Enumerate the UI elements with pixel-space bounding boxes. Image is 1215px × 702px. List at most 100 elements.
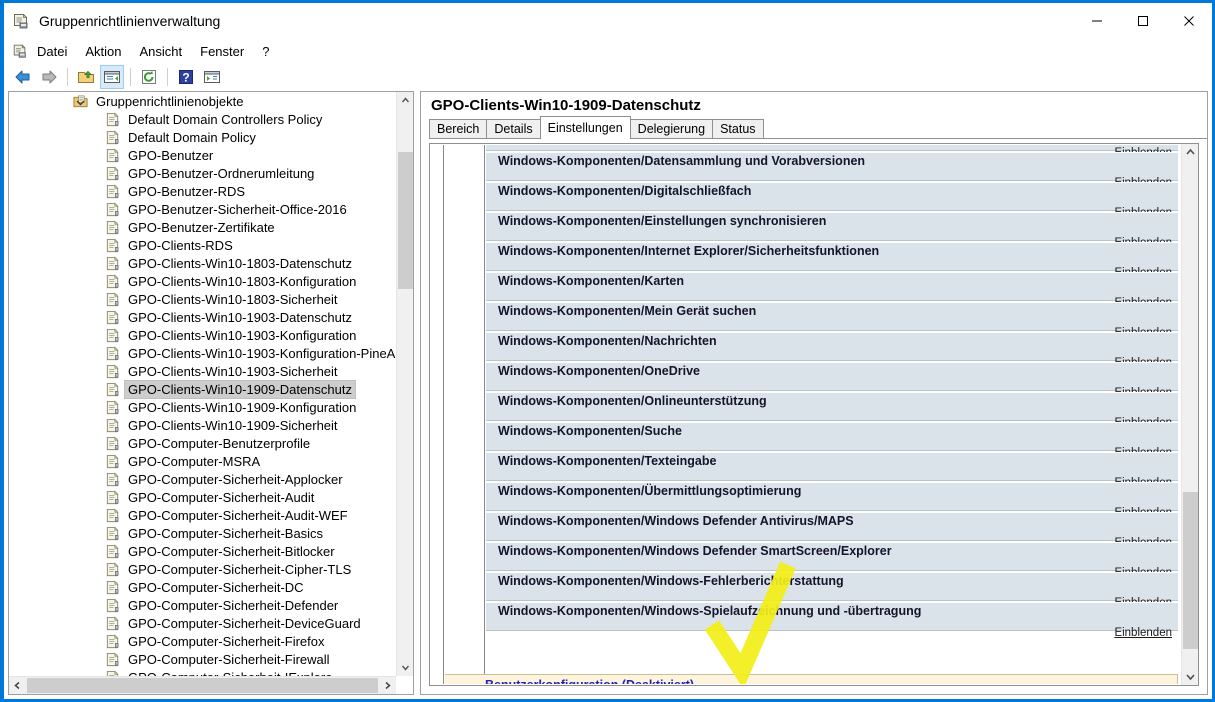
tree-item-label: GPO-Computer-MSRA (128, 453, 261, 469)
tree-item[interactable]: GPO-Clients-Win10-1903-Konfiguration-Pin… (9, 344, 396, 362)
menu-item-ansicht[interactable]: Ansicht (131, 42, 192, 61)
settings-report: EinblendenWindows-Komponenten/Datensamml… (429, 143, 1199, 686)
tree-item[interactable]: GPO-Computer-MSRA (9, 452, 396, 470)
tree-item[interactable]: GPO-Clients-Win10-1903-Konfiguration (9, 326, 396, 344)
setting-row: Windows-Komponenten/Windows-Spielaufzeic… (486, 602, 1178, 639)
menu-item-hilfe[interactable]: ? (253, 42, 278, 61)
tree-item[interactable]: GPO-Clients-Win10-1909-Sicherheit (9, 416, 396, 434)
tree-hscroll-thumb[interactable] (27, 678, 378, 693)
setting-row-title: Windows-Komponenten/Windows Defender Ant… (498, 514, 854, 528)
tree-item[interactable]: GPO-Clients-RDS (9, 236, 396, 254)
tab-delegierung[interactable]: Delegierung (629, 119, 714, 138)
minimize-icon[interactable] (1074, 3, 1120, 39)
gpo-document-icon (105, 292, 120, 307)
refresh-icon[interactable] (137, 65, 161, 89)
gpo-detail-pane: GPO-Clients-Win10-1909-Datenschutz Berei… (420, 91, 1208, 695)
report-vertical-scrollbar[interactable] (1181, 144, 1198, 685)
tree-item-label: GPO-Clients-Win10-1903-Konfiguration (128, 327, 357, 343)
tree-scroll-thumb[interactable] (398, 152, 413, 289)
menu-item-datei[interactable]: Datei (28, 42, 76, 61)
scroll-right-icon[interactable] (379, 677, 396, 694)
scroll-down-icon[interactable] (397, 659, 413, 676)
scroll-down-icon[interactable] (1182, 668, 1198, 685)
export-list-icon[interactable] (200, 65, 224, 89)
tree-item[interactable]: GPO-Benutzer-Sicherheit-Office-2016 (9, 200, 396, 218)
tree-item[interactable]: GPO-Computer-Sicherheit-DeviceGuard (9, 614, 396, 632)
tree-item-label: GPO-Computer-Sicherheit-Basics (128, 525, 324, 541)
tab-bereich[interactable]: Bereich (429, 119, 488, 138)
tree-item[interactable]: GPO-Computer-Sicherheit-Audit (9, 488, 396, 506)
tree-item-label: GPO-Benutzer-Sicherheit-Office-2016 (128, 201, 347, 217)
tree-item-label: GPO-Clients-Win10-1903-Konfiguration-Pin… (128, 345, 396, 361)
setting-row: Windows-Komponenten/Mein Gerät suchenEin… (486, 302, 1178, 339)
tree-item[interactable]: GPO-Benutzer-Zertifikate (9, 218, 396, 236)
setting-row: Windows-Komponenten/Datensammlung und Vo… (486, 152, 1178, 189)
setting-row-expand-link[interactable]: Einblenden (1114, 627, 1172, 639)
report-scroll-thumb[interactable] (1183, 492, 1198, 649)
maximize-icon[interactable] (1120, 3, 1166, 39)
tab-einstellungen[interactable]: Einstellungen (539, 116, 631, 139)
tab-details[interactable]: Details (486, 119, 541, 138)
up-one-level-icon[interactable] (74, 65, 98, 89)
setting-row-title: Windows-Komponenten/Internet Explorer/Si… (498, 244, 880, 258)
setting-row: Windows-Komponenten/Übermittlungsoptimie… (486, 482, 1178, 519)
setting-row: Einblenden (486, 145, 1178, 159)
tree-horizontal-scrollbar[interactable] (9, 676, 396, 694)
gpo-document-icon (105, 166, 120, 181)
gpo-document-icon (105, 274, 120, 289)
tree-item-selected[interactable]: GPO-Clients-Win10-1909-Datenschutz (9, 379, 396, 399)
tree-item[interactable]: GPO-Computer-Sicherheit-Cipher-TLS (9, 560, 396, 578)
setting-row-title: Windows-Komponenten/Texteingabe (498, 454, 717, 468)
tree-item[interactable]: GPO-Computer-Sicherheit-Applocker (9, 470, 396, 488)
tree-item-label: GPO-Computer-Sicherheit-Applocker (128, 471, 343, 487)
tree-item-label: GPO-Benutzer-RDS (128, 183, 246, 199)
setting-row: Windows-Komponenten/Windows Defender Ant… (486, 512, 1178, 549)
tree-item[interactable]: GPO-Computer-Sicherheit-Firewall (9, 650, 396, 668)
tree-item[interactable]: GPO-Computer-Sicherheit-Defender (9, 596, 396, 614)
gpo-document-icon (105, 436, 120, 451)
setting-row-title: Windows-Komponenten/Suche (498, 424, 682, 438)
scroll-left-icon[interactable] (9, 677, 26, 694)
gpo-tree[interactable]: Gruppenrichtlinienobjekte Default Domain… (9, 92, 396, 676)
tree-item-label: GPO-Clients-RDS (128, 237, 233, 253)
tree-root-label: Gruppenrichtlinienobjekte (96, 93, 244, 109)
tree-item[interactable]: Default Domain Controllers Policy (9, 110, 396, 128)
tree-item[interactable]: GPO-Computer-Sicherheit-Basics (9, 524, 396, 542)
tree-item[interactable]: GPO-Clients-Win10-1803-Konfiguration (9, 272, 396, 290)
chevron-down-icon[interactable] (75, 96, 87, 108)
tree-item[interactable]: GPO-Benutzer-Ordnerumleitung (9, 164, 396, 182)
tree-item[interactable]: GPO-Computer-Sicherheit-Audit-WEF (9, 506, 396, 524)
tree-item-label: Default Domain Policy (128, 129, 256, 145)
tree-vertical-scrollbar[interactable] (396, 92, 413, 676)
tree-item[interactable]: GPO-Clients-Win10-1803-Datenschutz (9, 254, 396, 272)
tree-item[interactable]: GPO-Computer-Benutzerprofile (9, 434, 396, 452)
menu-item-fenster[interactable]: Fenster (191, 42, 253, 61)
menu-item-aktion[interactable]: Aktion (76, 42, 130, 61)
tree-item[interactable]: GPO-Computer-Sicherheit-DC (9, 578, 396, 596)
close-icon[interactable] (1166, 3, 1212, 39)
setting-row-title: Windows-Komponenten/Übermittlungsoptimie… (498, 484, 802, 498)
tree-item[interactable]: GPO-Computer-Sicherheit-Bitlocker (9, 542, 396, 560)
tree-item[interactable]: GPO-Computer-Sicherheit-Firefox (9, 632, 396, 650)
tree-item[interactable]: GPO-Clients-Win10-1803-Sicherheit (9, 290, 396, 308)
tree-item[interactable]: GPO-Clients-Win10-1903-Sicherheit (9, 362, 396, 380)
gpo-document-icon (105, 202, 120, 217)
tree-item[interactable]: Default Domain Policy (9, 128, 396, 146)
gpo-document-icon (105, 562, 120, 577)
tree-item[interactable]: GPO-Benutzer (9, 146, 396, 164)
back-icon[interactable] (11, 65, 35, 89)
console-tree-pane: Gruppenrichtlinienobjekte Default Domain… (8, 91, 414, 695)
tree-item[interactable]: GPO-Benutzer-RDS (9, 182, 396, 200)
tree-item[interactable]: GPO-Clients-Win10-1909-Konfiguration (9, 398, 396, 416)
show-hide-console-tree-icon[interactable] (100, 65, 124, 89)
tree-item[interactable]: GPO-Clients-Win10-1903-Datenschutz (9, 308, 396, 326)
tab-status[interactable]: Status (712, 119, 764, 138)
tree-item-label: GPO-Computer-Benutzerprofile (128, 435, 311, 451)
tree-root-gruppenrichtlinienobjekte[interactable]: Gruppenrichtlinienobjekte (9, 92, 396, 110)
scroll-up-icon[interactable] (1182, 144, 1198, 161)
scroll-up-icon[interactable] (397, 92, 413, 109)
help-icon[interactable]: ? (174, 65, 198, 89)
tree-item[interactable]: GPO-Computer-Sicherheit-IExplore (9, 668, 396, 676)
forward-icon[interactable] (37, 65, 61, 89)
tree-item-label: GPO-Computer-Sicherheit-Firewall (128, 651, 330, 667)
